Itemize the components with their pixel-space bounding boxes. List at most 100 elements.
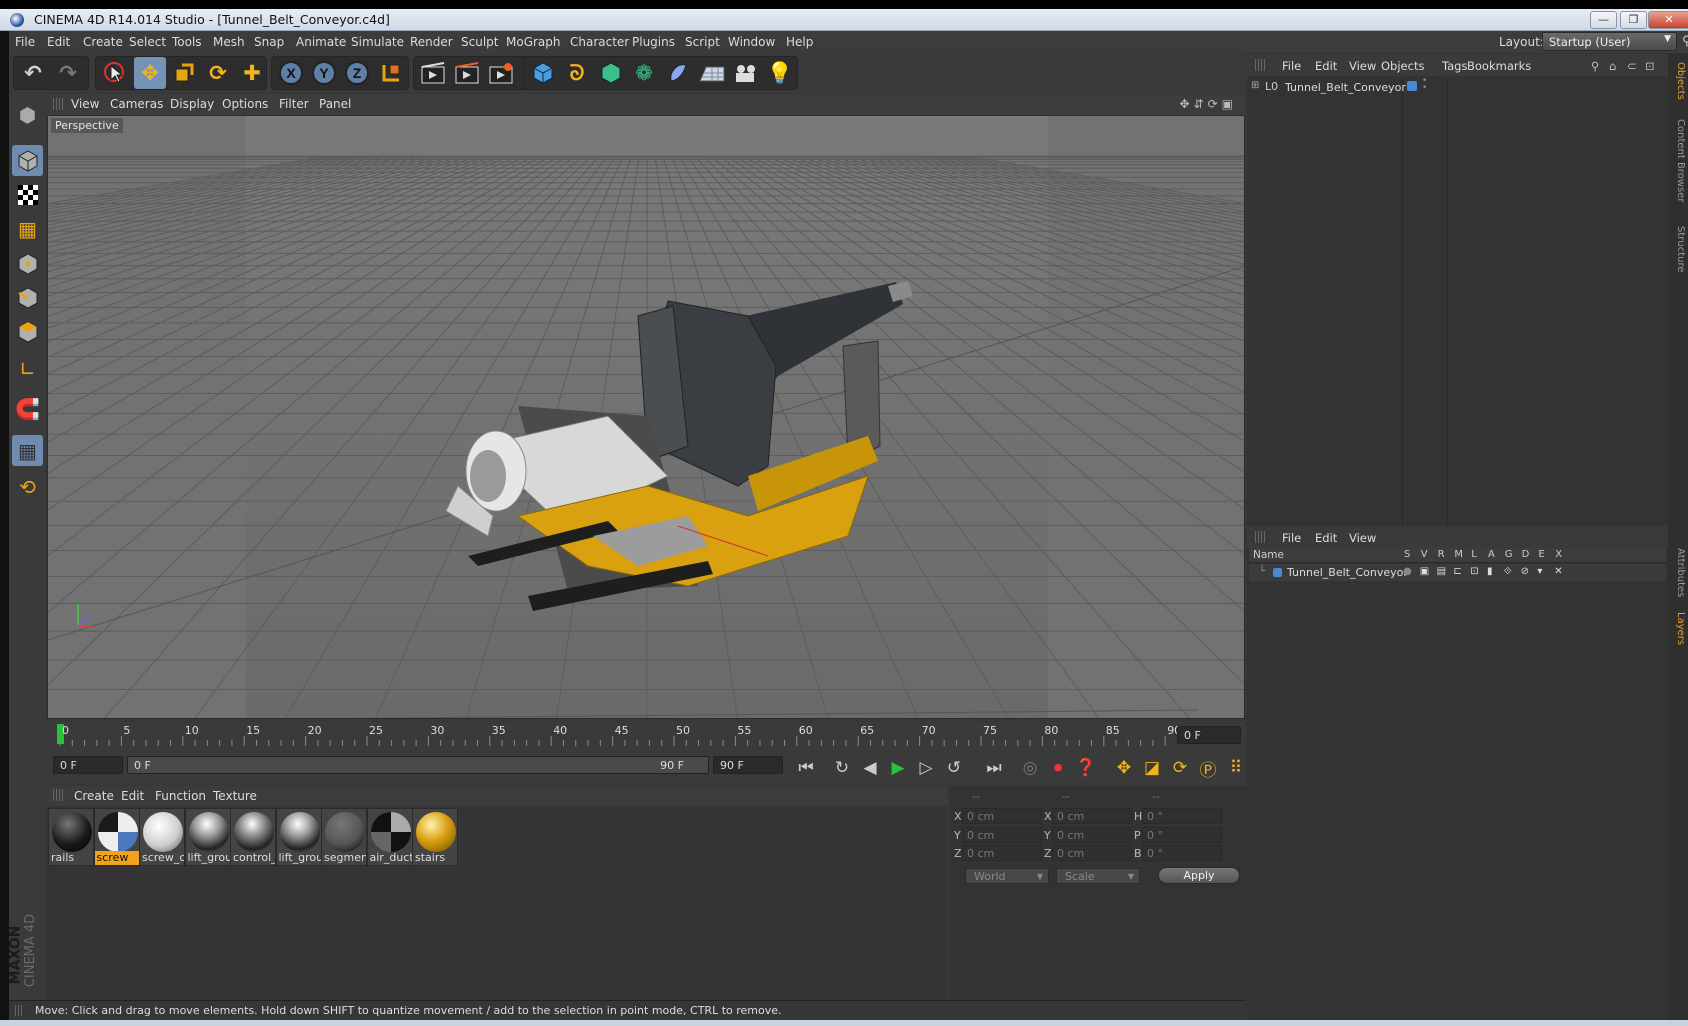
new-window-icon[interactable]: ⊡ [1645,59,1655,73]
material-swatch[interactable]: screw_c [139,808,185,866]
layer-color-swatch[interactable] [1407,81,1417,91]
layers-menu-file[interactable]: File [1282,531,1301,545]
objects-menu-file[interactable]: File [1282,59,1301,73]
objects-menu-bookmarks[interactable]: Bookmarks [1467,59,1531,73]
name-column-header[interactable]: Name [1253,549,1284,561]
locked-workplane-icon[interactable]: ▦ [12,435,43,466]
next-frame-icon[interactable]: ▷ [913,756,939,780]
expand-icon[interactable]: ⊞ [1251,80,1259,91]
edges-mode-icon[interactable] [12,282,43,313]
viewport-menu-panel[interactable]: Panel [319,97,351,111]
material-menu-texture[interactable]: Texture [213,789,257,803]
layout-dropdown[interactable]: Startup (User) ▼ [1542,32,1677,51]
material-swatch[interactable]: control_ [230,808,276,866]
snap-magnet-icon[interactable]: 🧲 [12,393,43,424]
objects-menu-edit[interactable]: Edit [1315,59,1337,73]
render-settings-icon[interactable] [485,57,517,89]
apply-button[interactable]: Apply [1158,867,1240,884]
search-icon[interactable]: ⚲ [1682,34,1688,49]
coord-system-dropdown[interactable]: World ▼ [965,868,1049,884]
material-menu-edit[interactable]: Edit [121,789,144,803]
layer-flag-header[interactable]: A [1488,549,1495,560]
material-swatch[interactable]: rails [48,808,94,866]
undo-icon[interactable]: ↶ [17,57,49,89]
scale-tool-icon[interactable] [168,57,200,89]
menu-create[interactable]: Create [83,35,123,49]
viewport-menu-display[interactable]: Display [170,97,214,111]
side-tab-content-browser[interactable]: Content Browser [1670,111,1686,211]
side-tab-structure[interactable]: Structure [1670,219,1686,279]
layer-flag-header[interactable]: R [1438,549,1445,560]
cube-icon[interactable] [527,57,559,89]
layers-menu-view[interactable]: View [1349,531,1376,545]
layer-flag-header[interactable]: E [1538,549,1544,560]
previous-key-icon[interactable]: ↻ [829,756,855,780]
menu-file[interactable]: File [15,35,35,49]
autokey-icon[interactable]: ⏺ [1045,756,1071,780]
object-row-tunnel-belt-conveyor[interactable]: ⊞ L0 Tunnel_Belt_Conveyor [1251,80,1406,96]
menu-mesh[interactable]: Mesh [213,35,245,49]
material-swatch[interactable]: segmen [321,808,367,866]
viewport-menu-options[interactable]: Options [222,97,268,111]
x-axis-lock-icon[interactable]: X [275,57,307,89]
layer-flag-icon[interactable]: ▣ [1420,566,1429,577]
layer-flag-icon[interactable]: ✕ [1554,566,1562,577]
layer-flag-header[interactable]: G [1505,549,1513,560]
menu-snap[interactable]: Snap [254,35,284,49]
layer-flag-header[interactable]: M [1454,549,1463,560]
menu-tools[interactable]: Tools [172,35,202,49]
coord-value-field[interactable]: 0 cm [962,808,1042,824]
menu-script[interactable]: Script [685,35,720,49]
material-swatch[interactable]: screw [93,808,140,866]
layer-flag-header[interactable]: L [1471,549,1477,560]
start-frame-field[interactable]: 0 F [53,756,123,774]
add-object-icon[interactable]: ✚ [236,57,268,89]
points-mode-icon[interactable] [12,248,43,279]
record-keys-icon[interactable]: ◎ [1017,756,1043,780]
camera-icon[interactable] [730,57,762,89]
texture-mode-icon[interactable] [12,179,43,210]
material-menu-function[interactable]: Function [155,789,206,803]
layers-menu-edit[interactable]: Edit [1315,531,1337,545]
next-key-icon[interactable]: ↺ [941,756,967,780]
current-frame-field[interactable]: 0 F [1177,726,1241,744]
workplane-mode-icon[interactable]: ▦ [12,213,43,244]
go-to-start-icon[interactable]: ⏮ [793,756,819,780]
menu-select[interactable]: Select [129,35,166,49]
close-button[interactable]: ✕ [1648,11,1688,29]
layer-flag-icon[interactable]: ● [1403,566,1412,577]
viewport-menu-view[interactable]: View [71,97,99,111]
link-icon[interactable]: ⊂ [1627,59,1637,73]
polygons-mode-icon[interactable] [12,316,43,347]
frame-range-slider[interactable]: 0 F 90 F [127,756,709,774]
render-picture-viewer-icon[interactable] [451,57,483,89]
coord-value-field[interactable]: 0 cm [962,845,1042,861]
key-parameter-icon[interactable]: Ⓟ [1195,756,1221,781]
grip-icon[interactable] [1255,531,1265,543]
cinema4d-app-icon[interactable] [10,13,24,27]
model-mode-icon[interactable] [12,145,43,176]
menu-render[interactable]: Render [410,35,453,49]
light-icon[interactable]: 💡 [764,57,796,89]
layer-flag-icon[interactable]: ▮ [1487,566,1493,577]
coord-value-field[interactable]: 0 cm [1052,808,1132,824]
material-swatch[interactable]: stairs [412,808,458,866]
key-position-icon[interactable]: ✥ [1111,756,1137,780]
coord-value-field[interactable]: 0 ° [1142,845,1222,861]
layer-flag-icon[interactable]: ▤ [1437,566,1446,577]
layer-flag-icon[interactable]: ⊏ [1453,566,1461,577]
coord-value-field[interactable]: 0 ° [1142,826,1222,843]
grip-icon[interactable] [1255,59,1265,71]
planar-workplane-icon[interactable]: ⟲ [12,471,43,502]
nurbs-icon[interactable] [595,57,627,89]
menu-edit[interactable]: Edit [47,35,70,49]
minimize-button[interactable]: — [1590,11,1617,29]
enable-axis-icon[interactable]: ∟ [12,353,43,384]
restore-button[interactable]: ❐ [1620,11,1647,29]
deformer-icon[interactable] [662,57,694,89]
viewport-menu-filter[interactable]: Filter [279,97,309,111]
material-menu-create[interactable]: Create [74,789,114,803]
make-editable-icon[interactable]: ⬢ [12,99,43,130]
menu-plugins[interactable]: Plugins [632,35,675,49]
layer-flag-header[interactable]: D [1522,549,1530,560]
